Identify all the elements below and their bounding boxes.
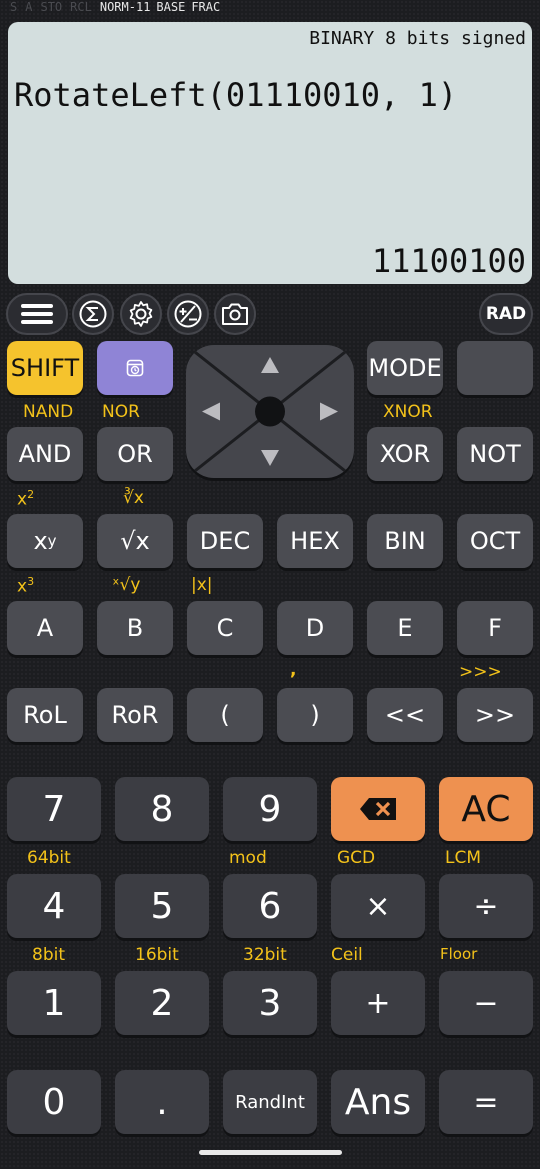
xnor-label: XNOR	[383, 402, 433, 422]
status-base: BASE	[156, 0, 186, 14]
status-s: S	[10, 0, 18, 14]
not-key[interactable]: NOT	[457, 427, 533, 481]
delete-key[interactable]	[331, 777, 425, 841]
screenshot-button[interactable]	[214, 293, 256, 335]
32bit-label: 32bit	[243, 945, 287, 965]
hex-key[interactable]: HEX	[277, 514, 353, 568]
nor-label: NOR	[102, 402, 140, 422]
oct-key[interactable]: OCT	[457, 514, 533, 568]
history-key[interactable]	[97, 341, 173, 395]
hex-a-key[interactable]: A	[7, 601, 83, 655]
shift-right-key[interactable]: >>	[457, 688, 533, 742]
digit-2-key[interactable]: 2	[115, 971, 209, 1035]
16bit-label: 16bit	[135, 945, 179, 965]
status-sto: STO	[40, 0, 63, 14]
hex-e-key[interactable]: E	[367, 601, 443, 655]
backspace-icon	[360, 798, 396, 820]
display-expression: RotateLeft(01110010, 1)	[14, 76, 458, 114]
bin-key[interactable]: BIN	[367, 514, 443, 568]
randint-key[interactable]: RandInt	[223, 1070, 317, 1134]
rotate-right-key[interactable]: RoR	[97, 688, 173, 742]
blank-key[interactable]	[457, 341, 533, 395]
digit-4-key[interactable]: 4	[7, 874, 101, 938]
lcm-label: LCM	[445, 848, 482, 868]
xor-key[interactable]: XOR	[367, 427, 443, 481]
digit-1-key[interactable]: 1	[7, 971, 101, 1035]
digit-5-key[interactable]: 5	[115, 874, 209, 938]
ans-key[interactable]: Ans	[331, 1070, 425, 1134]
digit-3-key[interactable]: 3	[223, 971, 317, 1035]
and-key[interactable]: AND	[7, 427, 83, 481]
menu-button[interactable]	[6, 293, 68, 335]
plus-key[interactable]: +	[331, 971, 425, 1035]
angle-unit-button[interactable]: RAD	[479, 293, 533, 335]
cube-root-label: ∛x	[123, 488, 144, 508]
cube-label: x3	[17, 575, 35, 597]
64bit-label: 64bit	[27, 848, 71, 868]
mod-label: mod	[229, 848, 267, 868]
digit-0-key[interactable]: 0	[7, 1070, 101, 1134]
abs-label: |x|	[191, 575, 213, 595]
right-arrow-icon[interactable]	[320, 402, 338, 421]
hex-f-key[interactable]: F	[457, 601, 533, 655]
or-key[interactable]: OR	[97, 427, 173, 481]
display-mode: BINARY 8 bits signed	[309, 28, 526, 49]
gear-icon	[129, 301, 153, 327]
status-bar: S A STO RCL NORM-11 BASE FRAC	[10, 0, 226, 16]
divide-key[interactable]: ÷	[439, 874, 533, 938]
digit-9-key[interactable]: 9	[223, 777, 317, 841]
down-arrow-icon[interactable]	[261, 450, 279, 466]
settings-button[interactable]	[120, 293, 162, 335]
rotate-left-key[interactable]: RoL	[7, 688, 83, 742]
comma-label: ,	[290, 660, 297, 680]
up-arrow-icon[interactable]	[261, 357, 279, 373]
direction-pad[interactable]	[186, 345, 354, 478]
dec-key[interactable]: DEC	[187, 514, 263, 568]
right-paren-key[interactable]: )	[277, 688, 353, 742]
sigma-button[interactable]	[72, 293, 114, 335]
ceil-label: Ceil	[331, 945, 363, 965]
hex-c-key[interactable]: C	[187, 601, 263, 655]
status-rcl: RCL	[70, 0, 92, 14]
hex-b-key[interactable]: B	[97, 601, 173, 655]
floor-label: Floor	[440, 945, 478, 963]
status-frac: FRAC	[191, 0, 221, 14]
minus-key[interactable]: −	[439, 971, 533, 1035]
hex-d-key[interactable]: D	[277, 601, 353, 655]
calculator-display: BINARY 8 bits signed RotateLeft(01110010…	[8, 22, 532, 284]
digit-7-key[interactable]: 7	[7, 777, 101, 841]
digit-6-key[interactable]: 6	[223, 874, 317, 938]
nand-label: NAND	[23, 402, 74, 422]
display-result: 11100100	[371, 242, 526, 280]
home-indicator[interactable]	[199, 1150, 342, 1155]
left-arrow-icon[interactable]	[202, 402, 220, 421]
sigma-icon	[79, 300, 107, 328]
xroot-label: ˣ√y	[112, 575, 141, 595]
menu-icon	[21, 304, 53, 324]
multiply-key[interactable]: ×	[331, 874, 425, 938]
gcd-label: GCD	[337, 848, 376, 868]
direction-pad-graphic	[186, 345, 354, 478]
8bit-label: 8bit	[32, 945, 65, 965]
equals-key[interactable]: =	[439, 1070, 533, 1134]
all-clear-key[interactable]: AC	[439, 777, 533, 841]
decimal-point-key[interactable]: .	[115, 1070, 209, 1134]
plus-minus-icon	[174, 300, 202, 328]
plus-minus-button[interactable]	[167, 293, 209, 335]
shift-key[interactable]: SHIFT	[7, 341, 83, 395]
left-paren-key[interactable]: (	[187, 688, 263, 742]
status-norm: NORM-11	[99, 0, 151, 14]
unsigned-shift-label: >>>	[459, 662, 502, 682]
power-key[interactable]: xy	[7, 514, 83, 568]
square-label: x2	[17, 488, 35, 510]
mode-key[interactable]: MODE	[367, 341, 443, 395]
sqrt-key[interactable]: √x	[97, 514, 173, 568]
digit-8-key[interactable]: 8	[115, 777, 209, 841]
status-a: A	[25, 0, 33, 14]
shift-left-key[interactable]: <<	[367, 688, 443, 742]
history-icon	[126, 359, 144, 377]
camera-icon	[222, 303, 248, 325]
